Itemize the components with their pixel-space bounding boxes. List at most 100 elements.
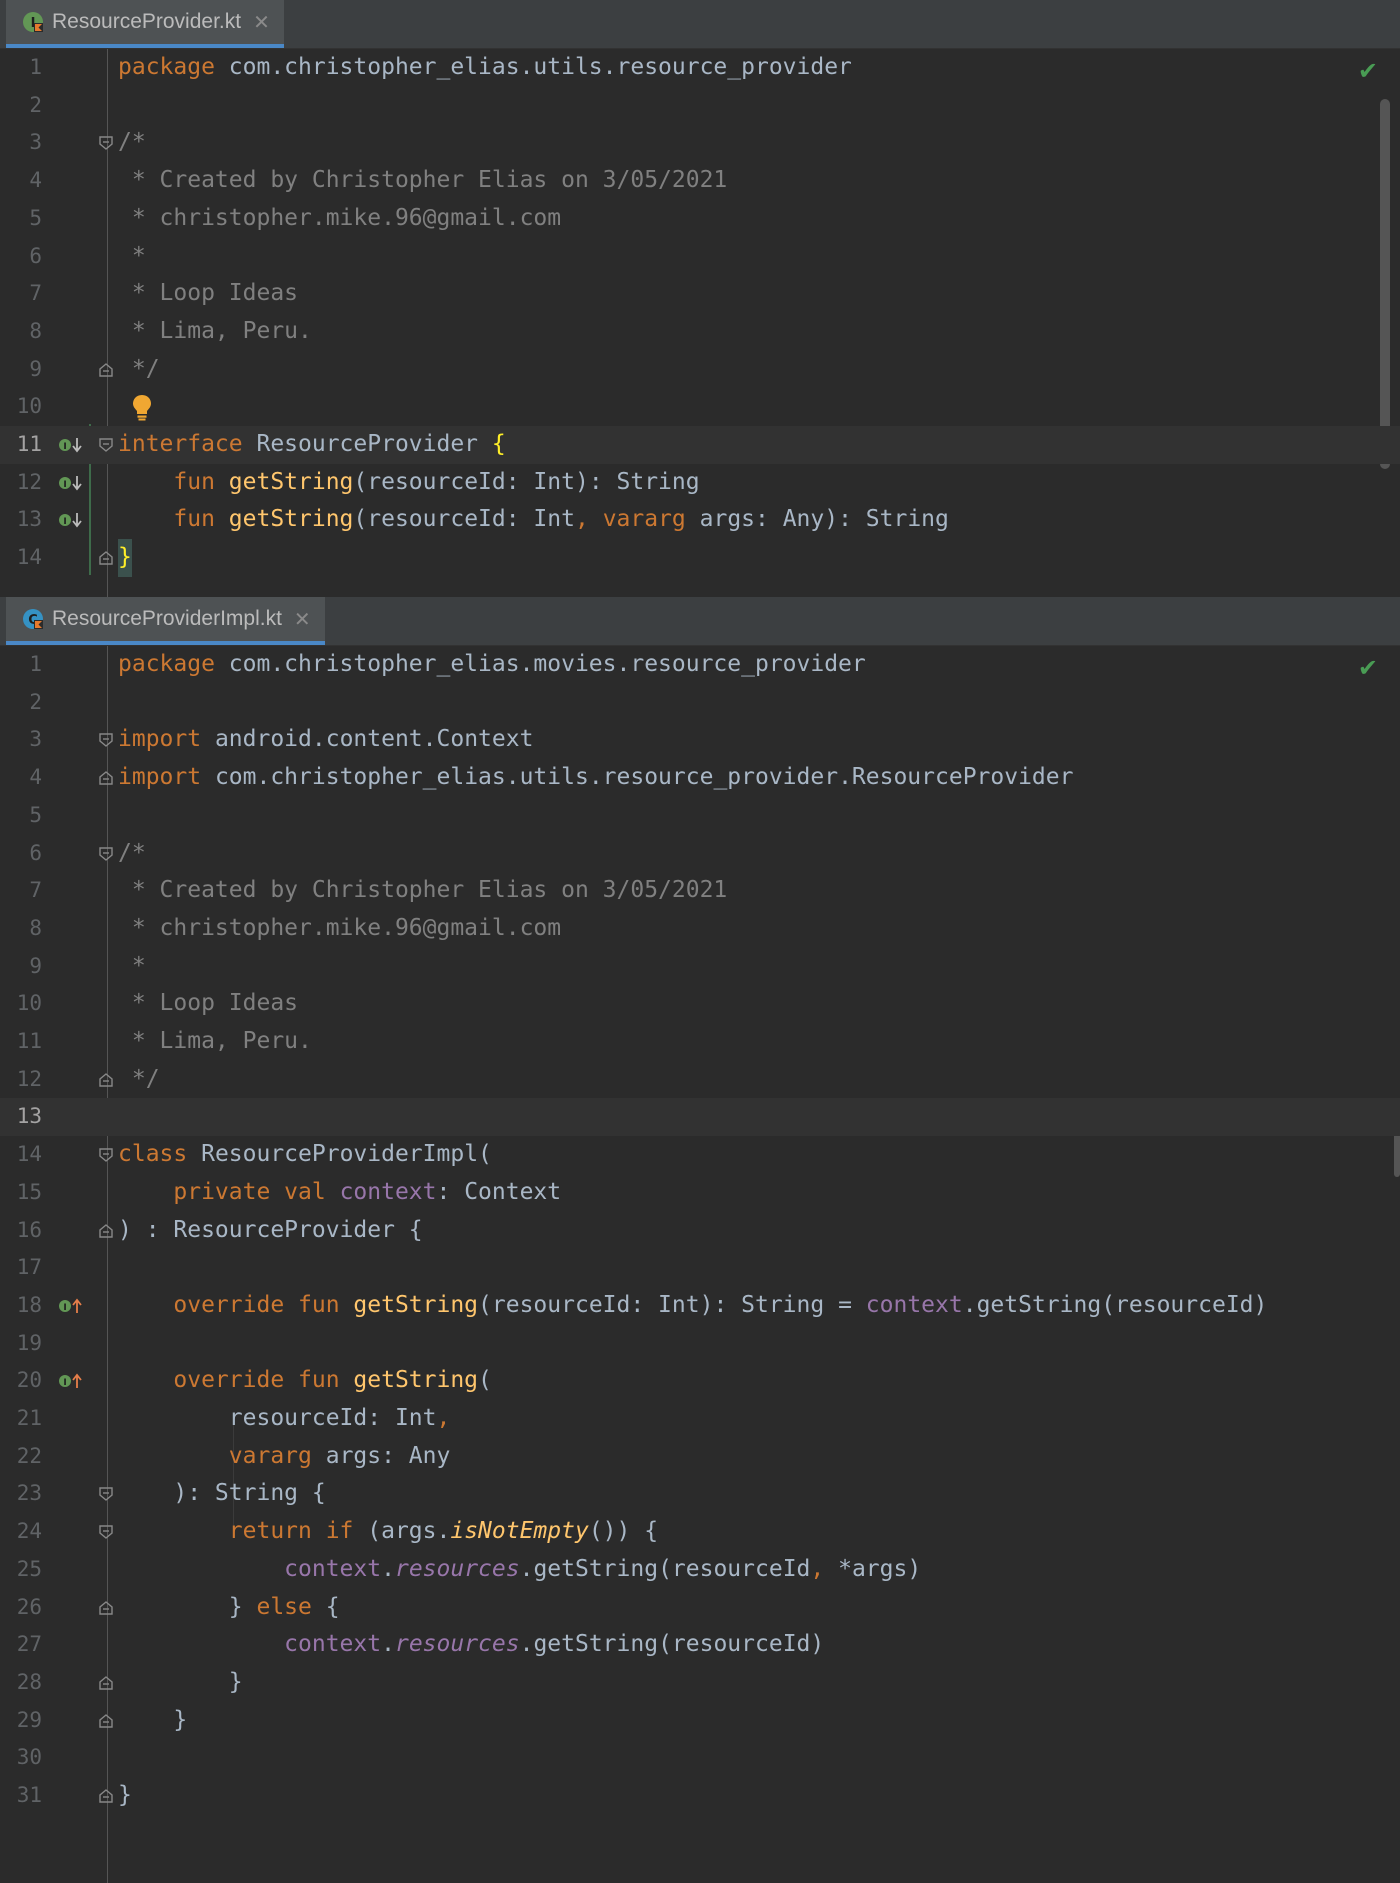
line-number: 1 xyxy=(29,652,42,676)
line-number: 10 xyxy=(16,991,42,1016)
fold-close-icon[interactable] xyxy=(99,1789,113,1803)
code-line: 9 * xyxy=(0,948,1400,986)
code-text: override fun getString( xyxy=(173,1367,492,1394)
code-line: 1 package com.christopher_elias.movies.r… xyxy=(0,646,1400,684)
implemented-down-icon[interactable]: I xyxy=(58,473,86,493)
code-line: 2 xyxy=(0,87,1400,125)
code-line: 12 */ xyxy=(0,1061,1400,1099)
line-number: 9 xyxy=(29,356,42,381)
fold-open-icon[interactable] xyxy=(99,1525,113,1540)
svg-text:I: I xyxy=(63,1378,66,1388)
code-text: } else { xyxy=(118,1593,340,1620)
code-line: 1 package com.christopher_elias.utils.re… xyxy=(0,49,1400,87)
code-line: 17 xyxy=(0,1249,1400,1287)
overrides-up-icon[interactable]: I xyxy=(58,1371,86,1391)
tab-label: ResourceProvider.kt xyxy=(52,10,242,33)
code-line-current: 13 xyxy=(0,1098,1400,1137)
line-number: 12 xyxy=(16,1066,42,1091)
code-line: 24 return if (args.isNotEmpty()) { xyxy=(0,1513,1400,1551)
kotlin-class-file-icon: C xyxy=(23,609,43,629)
code-text: * Loop Ideas xyxy=(118,990,299,1017)
code-text: * Loop Ideas xyxy=(118,280,299,307)
line-number: 27 xyxy=(16,1632,42,1657)
code-line: 6 /* xyxy=(0,835,1400,873)
line-number: 16 xyxy=(16,1217,42,1242)
code-line: 13 I fun getString(resourceId: Int, vara… xyxy=(0,501,1400,539)
editor-pane-resource-provider-impl: C ResourceProviderImpl.kt ✕ ✔ 1 package … xyxy=(0,597,1400,1883)
line-number: 8 xyxy=(29,915,42,940)
code-line: 2 xyxy=(0,684,1400,722)
line-number: 14 xyxy=(16,1142,42,1167)
code-line: 23 ): String { xyxy=(0,1475,1400,1513)
fold-open-icon[interactable] xyxy=(99,1148,113,1163)
code-text: } xyxy=(118,1668,243,1695)
fold-close-icon[interactable] xyxy=(99,771,113,785)
fold-close-icon[interactable] xyxy=(99,1600,113,1615)
line-number: 3 xyxy=(29,727,42,752)
fold-close-icon[interactable] xyxy=(99,551,113,565)
code-line: 16 ) : ResourceProvider { xyxy=(0,1212,1400,1250)
code-text: /* xyxy=(118,839,146,866)
line-number: 28 xyxy=(16,1669,42,1694)
code-text: * Lima, Peru. xyxy=(118,1028,312,1054)
code-line: 29 } xyxy=(0,1702,1400,1740)
line-number: 1 xyxy=(29,55,42,79)
fold-open-icon[interactable] xyxy=(99,846,113,861)
line-number: 6 xyxy=(29,243,42,268)
fold-open-icon[interactable] xyxy=(99,1487,113,1502)
code-editor[interactable]: ✔ 1 package com.christopher_elias.movies… xyxy=(0,646,1400,1883)
code-line: 9 */ xyxy=(0,351,1400,389)
code-text: package com.christopher_elias.movies.res… xyxy=(118,651,866,677)
code-text: class ResourceProviderImpl( xyxy=(118,1141,492,1168)
code-line: 5 * christopher.mike.96@gmail.com xyxy=(0,200,1400,238)
code-text: private val context: Context xyxy=(173,1178,562,1205)
tab-resource-provider[interactable]: I ResourceProvider.kt ✕ xyxy=(6,0,284,48)
code-editor[interactable]: ✔ 1 package com.christopher_elias.utils.… xyxy=(0,49,1400,597)
svg-text:I: I xyxy=(63,1303,66,1313)
code-text: return if (args.isNotEmpty()) { xyxy=(228,1518,659,1545)
implemented-down-icon[interactable]: I xyxy=(58,510,86,530)
line-number: 11 xyxy=(16,432,42,456)
line-number: 2 xyxy=(29,92,42,117)
code-line: 14 } xyxy=(0,539,1400,577)
fold-open-icon[interactable] xyxy=(99,438,113,452)
code-text: context.resources.getString(resourceId) xyxy=(284,1631,825,1658)
fold-close-icon[interactable] xyxy=(99,1072,113,1087)
code-text: override fun getString(resourceId: Int):… xyxy=(173,1291,1268,1318)
implemented-down-icon[interactable]: I xyxy=(58,435,86,455)
code-text: context.resources.getString(resourceId, … xyxy=(284,1555,922,1582)
line-number: 4 xyxy=(29,765,42,790)
code-text: interface ResourceProvider { xyxy=(118,431,506,457)
line-number: 7 xyxy=(29,281,42,306)
editor-pane-resource-provider: I ResourceProvider.kt ✕ ✔ 1 package com.… xyxy=(0,0,1400,597)
fold-open-icon[interactable] xyxy=(99,733,113,748)
tab-bar: I ResourceProvider.kt ✕ xyxy=(0,0,1400,49)
code-line: 15 private val context: Context xyxy=(0,1174,1400,1212)
line-number: 29 xyxy=(16,1707,42,1732)
close-icon[interactable]: ✕ xyxy=(253,10,270,34)
code-line-current: 11 I interface ResourceProvider { xyxy=(0,426,1400,464)
fold-close-icon[interactable] xyxy=(99,1223,113,1238)
overrides-up-icon[interactable]: I xyxy=(58,1296,86,1316)
tab-resource-provider-impl[interactable]: C ResourceProviderImpl.kt ✕ xyxy=(6,597,325,645)
code-text: * Lima, Peru. xyxy=(118,317,312,344)
code-line: 11 * Lima, Peru. xyxy=(0,1023,1400,1061)
code-line: 27 context.resources.getString(resourceI… xyxy=(0,1626,1400,1664)
code-line: 28 } xyxy=(0,1664,1400,1702)
line-number: 25 xyxy=(16,1556,42,1581)
lightbulb-icon[interactable] xyxy=(131,393,153,421)
code-text: ) : ResourceProvider { xyxy=(118,1216,423,1243)
code-line: 14 class ResourceProviderImpl( xyxy=(0,1136,1400,1174)
line-number: 8 xyxy=(29,318,42,343)
fold-close-icon[interactable] xyxy=(99,1675,113,1690)
fold-close-icon[interactable] xyxy=(99,1713,113,1728)
close-icon[interactable]: ✕ xyxy=(294,607,311,631)
fold-open-icon[interactable] xyxy=(99,136,113,151)
line-number: 30 xyxy=(16,1745,42,1770)
line-number: 17 xyxy=(16,1255,42,1280)
fold-close-icon[interactable] xyxy=(99,362,113,377)
code-line: 5 xyxy=(0,797,1400,835)
line-number: 15 xyxy=(16,1179,42,1204)
line-number: 13 xyxy=(16,507,42,532)
line-number: 14 xyxy=(16,545,42,570)
